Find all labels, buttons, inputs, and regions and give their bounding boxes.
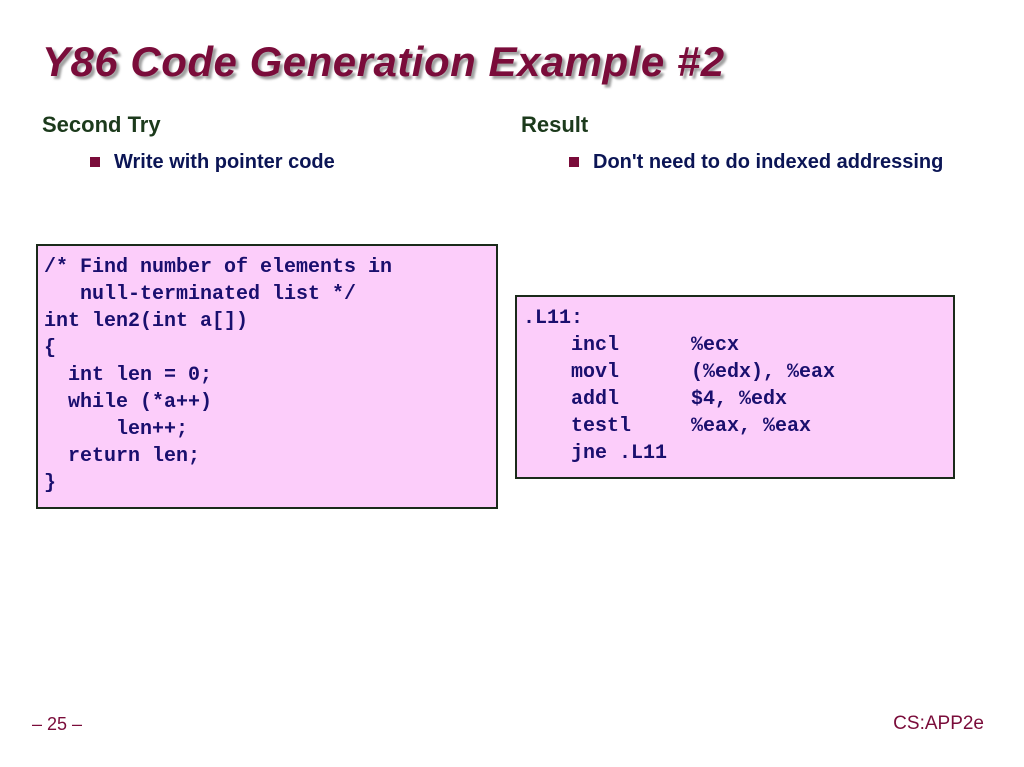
slide: Y86 Code Generation Example #2 Second Tr… [0,0,1024,767]
assembly-code-box: .L11: incl %ecx movl (%edx), %eax addl $… [515,295,955,479]
square-bullet-icon [569,157,579,167]
footer-brand: CS:APP2e [893,713,984,735]
columns: Second Try Write with pointer code Resul… [42,112,982,185]
left-column: Second Try Write with pointer code [42,112,503,185]
left-bullet-text: Write with pointer code [114,150,335,175]
right-bullet-row: Don't need to do indexed addressing [569,150,982,175]
left-heading: Second Try [42,112,503,138]
left-bullet-row: Write with pointer code [90,150,503,175]
right-column: Result Don't need to do indexed addressi… [521,112,982,185]
slide-title: Y86 Code Generation Example #2 [42,38,982,86]
right-heading: Result [521,112,982,138]
page-number: – 25 – [32,714,82,735]
c-code-box: /* Find number of elements in null-termi… [36,244,498,509]
square-bullet-icon [90,157,100,167]
right-bullet-text: Don't need to do indexed addressing [593,150,943,175]
